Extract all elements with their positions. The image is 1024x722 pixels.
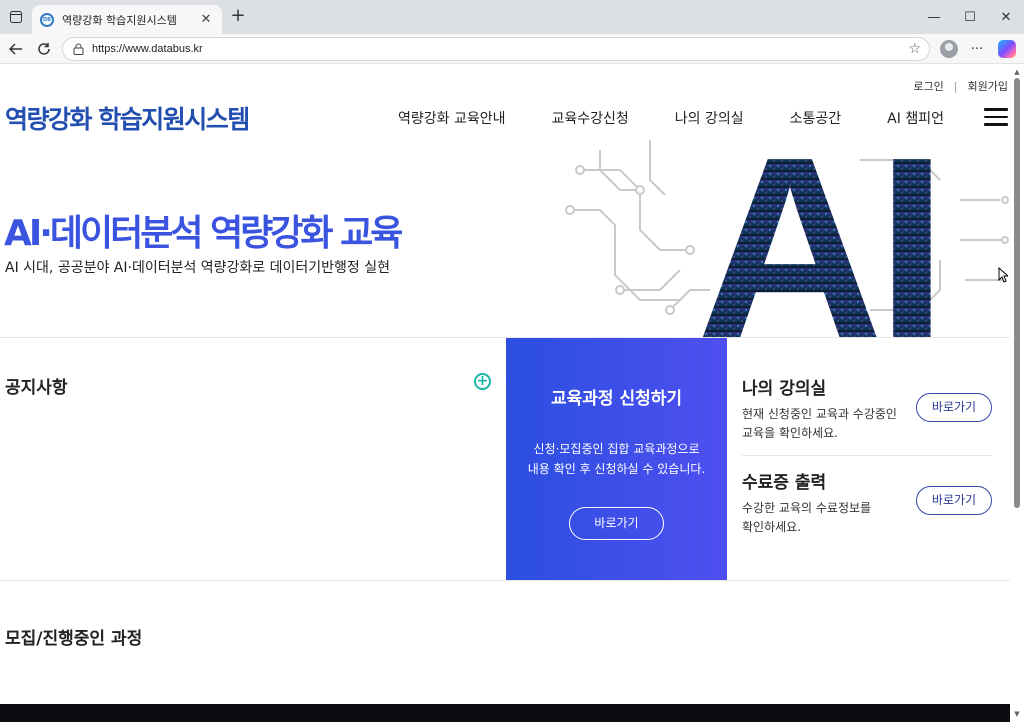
hero-title: AI·데이터분석 역량강화 교육 bbox=[4, 213, 403, 254]
reload-icon[interactable] bbox=[33, 38, 55, 60]
profile-icon[interactable] bbox=[938, 38, 960, 60]
tab-bar: DB 역량강화 학습지원시스템 ✕ + — ☐ ✕ bbox=[0, 0, 1024, 34]
mouse-cursor-icon bbox=[998, 267, 1008, 283]
apply-course-card: 교육과정 신청하기 신청·모집중인 집합 교육과정으로 내용 확인 후 신청하실… bbox=[506, 338, 727, 580]
side-divider bbox=[742, 455, 992, 456]
footer-band bbox=[0, 704, 1010, 722]
tab-title: 역량강화 학습지원시스템 bbox=[62, 13, 177, 27]
section-divider bbox=[0, 337, 1010, 338]
nav-item-edu-guide[interactable]: 역량강화 교육안내 bbox=[398, 108, 506, 128]
signup-link[interactable]: 회원가입 bbox=[968, 78, 1008, 94]
main-nav: 역량강화 교육안내 교육수강신청 나의 강의실 소통공간 AI 챔피언 bbox=[398, 108, 990, 128]
apply-go-button[interactable]: 바로가기 bbox=[569, 507, 664, 540]
certificate-desc-line: 수강한 교육의 수료정보를 bbox=[742, 501, 872, 515]
nav-item-my-class[interactable]: 나의 강의실 bbox=[675, 108, 744, 128]
tab-actions-icon[interactable] bbox=[6, 7, 26, 27]
page-viewport: 로그인 | 회원가입 역량강화 학습지원시스템 역량강화 교육안내 교육수강신청… bbox=[0, 64, 1024, 722]
copilot-icon[interactable] bbox=[996, 38, 1018, 60]
section-divider bbox=[0, 580, 1010, 581]
certificate-desc: 수강한 교육의 수료정보를 확인하세요. bbox=[742, 499, 912, 537]
my-class-desc-line: 교육을 확인하세요. bbox=[742, 426, 838, 440]
nav-item-ai-champion[interactable]: AI 챔피언 bbox=[887, 108, 944, 128]
recruit-title: 모집/진행중인 과정 bbox=[5, 629, 143, 649]
top-links: 로그인 | 회원가입 bbox=[913, 78, 1008, 94]
site-info-icon[interactable] bbox=[73, 43, 84, 55]
nav-item-apply[interactable]: 교육수강신청 bbox=[552, 108, 629, 128]
ai-art-text: AI bbox=[696, 140, 940, 338]
scroll-thumb[interactable] bbox=[1014, 78, 1020, 508]
hamburger-menu-icon[interactable] bbox=[984, 108, 1008, 126]
my-class-title: 나의 강의실 bbox=[742, 379, 827, 399]
more-menu-icon[interactable]: ··· bbox=[966, 38, 988, 60]
browser-window: DB 역량강화 학습지원시스템 ✕ + — ☐ ✕ https://www.da… bbox=[0, 0, 1024, 722]
site-title[interactable]: 역량강화 학습지원시스템 bbox=[5, 100, 250, 136]
certificate-desc-line: 확인하세요. bbox=[742, 520, 802, 534]
close-window-button[interactable]: ✕ bbox=[988, 0, 1024, 34]
link-separator: | bbox=[953, 79, 958, 93]
close-tab-icon[interactable]: ✕ bbox=[198, 12, 214, 27]
minimize-button[interactable]: — bbox=[916, 0, 952, 34]
my-class-go-button[interactable]: 바로가기 bbox=[916, 393, 992, 422]
notice-more-icon[interactable]: + bbox=[474, 373, 491, 390]
address-bar[interactable]: https://www.databus.kr ☆ bbox=[62, 37, 930, 61]
browser-tab[interactable]: DB 역량강화 학습지원시스템 ✕ bbox=[32, 5, 222, 34]
page-scrollbar[interactable]: ▲ ▼ bbox=[1012, 68, 1022, 718]
hero-subtitle: AI 시대, 공공분야 AI·데이터분석 역량강화로 데이터기반행정 실현 bbox=[5, 260, 391, 276]
favicon-icon: DB bbox=[40, 12, 54, 27]
my-class-desc-line: 현재 신청중인 교육과 수강중인 bbox=[742, 407, 897, 421]
apply-desc-line: 내용 확인 후 신청하실 수 있습니다. bbox=[527, 462, 706, 476]
apply-desc-line: 신청·모집중인 집합 교육과정으로 bbox=[533, 442, 700, 456]
my-class-desc: 현재 신청중인 교육과 수강중인 교육을 확인하세요. bbox=[742, 405, 912, 443]
new-tab-button[interactable]: + bbox=[228, 7, 248, 27]
apply-course-desc: 신청·모집중인 집합 교육과정으로 내용 확인 후 신청하실 수 있습니다. bbox=[506, 439, 727, 479]
favorite-star-icon[interactable]: ☆ bbox=[908, 41, 921, 57]
nav-item-community[interactable]: 소통공간 bbox=[790, 108, 842, 128]
certificate-go-button[interactable]: 바로가기 bbox=[916, 486, 992, 515]
browser-toolbar: https://www.databus.kr ☆ ··· bbox=[0, 34, 1024, 64]
scroll-down-icon[interactable]: ▼ bbox=[1012, 710, 1022, 718]
hero-banner: AI·데이터분석 역량강화 교육 AI 시대, 공공분야 AI·데이터분석 역량… bbox=[0, 140, 1010, 338]
url-text: https://www.databus.kr bbox=[92, 43, 203, 55]
apply-course-title: 교육과정 신청하기 bbox=[550, 389, 683, 409]
ai-circuit-art: AI bbox=[565, 140, 1009, 338]
maximize-button[interactable]: ☐ bbox=[952, 0, 988, 34]
certificate-title: 수료증 출력 bbox=[742, 473, 827, 493]
notice-title: 공지사항 bbox=[5, 378, 68, 398]
login-link[interactable]: 로그인 bbox=[913, 78, 943, 94]
scroll-up-icon[interactable]: ▲ bbox=[1012, 68, 1022, 76]
back-icon[interactable] bbox=[5, 38, 27, 60]
